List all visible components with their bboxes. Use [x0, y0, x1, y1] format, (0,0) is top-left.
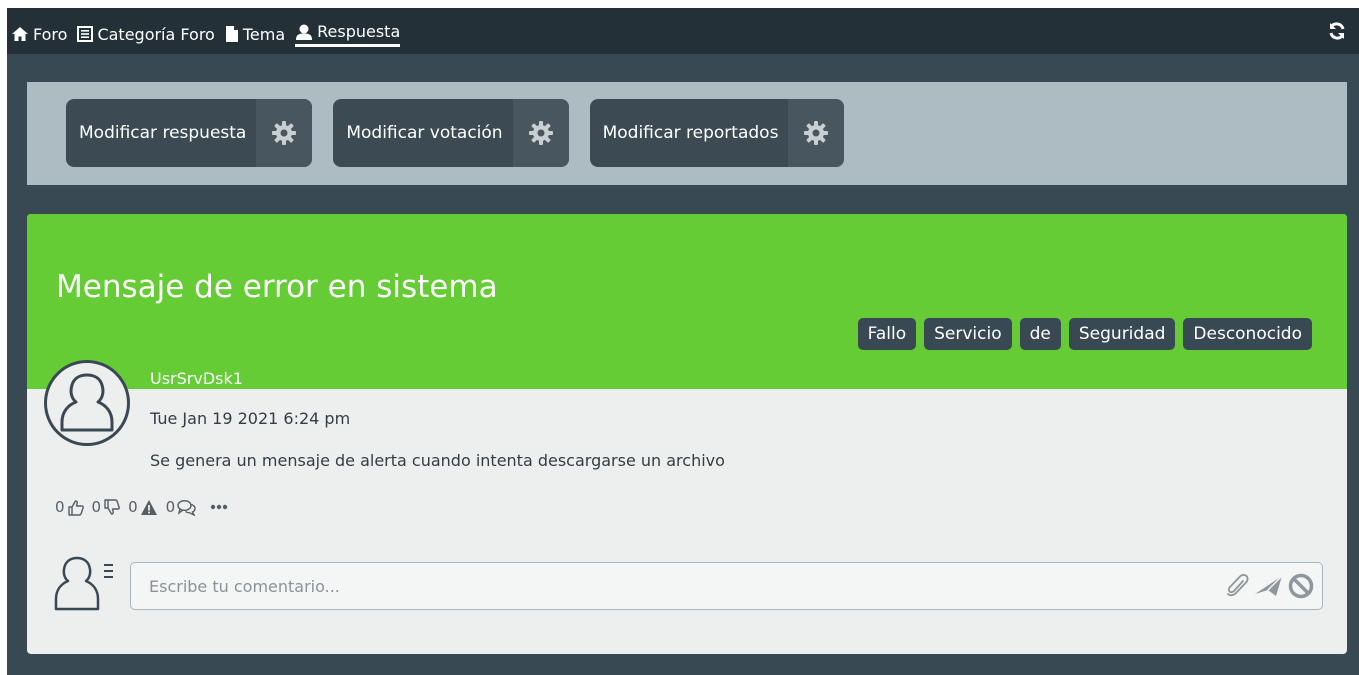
breadcrumb: Foro Categoría Foro Tema Respuesta [11, 21, 401, 47]
thumbs-up-icon [67, 499, 84, 516]
comments-icon [177, 499, 196, 516]
tag[interactable]: Servicio [924, 318, 1012, 350]
nav-item-respuesta[interactable]: Respuesta [295, 21, 401, 47]
action-label: Modificar respuesta [79, 123, 247, 143]
home-icon [12, 27, 28, 41]
paperclip-icon [1227, 574, 1249, 597]
nav-item-label: Respuesta [317, 22, 401, 41]
send-button[interactable] [1254, 574, 1284, 598]
report-button[interactable]: 0 [128, 498, 158, 516]
top-nav: Foro Categoría Foro Tema Respuesta [7, 8, 1359, 54]
tag[interactable]: Desconocido [1183, 318, 1312, 350]
nav-item-label: Categoría Foro [97, 24, 215, 44]
report-count: 0 [128, 498, 138, 516]
nav-item-categoria[interactable]: Categoría Foro [77, 23, 215, 45]
gear-icon [512, 99, 569, 167]
document-icon [225, 26, 238, 42]
dislike-button[interactable]: 0 [92, 498, 121, 516]
cancel-icon [1288, 573, 1314, 599]
tag[interactable]: Seguridad [1068, 318, 1176, 350]
post-card: Mensaje de error en sistema Fallo Servic… [27, 214, 1347, 654]
action-bar: Modificar respuesta Modificar votación M… [27, 82, 1347, 185]
tag[interactable]: de [1019, 318, 1061, 350]
comment-count: 0 [165, 498, 176, 516]
app-frame: Foro Categoría Foro Tema Respuesta Modif… [7, 8, 1359, 675]
user-icon [296, 24, 313, 40]
comment-box [130, 562, 1323, 610]
thumbs-down-icon [104, 498, 120, 515]
like-button[interactable]: 0 [55, 498, 84, 516]
gear-icon [256, 99, 313, 167]
list-icon [77, 26, 94, 42]
attach-button[interactable] [1226, 573, 1250, 599]
action-label: Modificar votación [346, 123, 503, 143]
comment-tools [1226, 573, 1314, 599]
like-count: 0 [55, 498, 65, 516]
modify-response-button[interactable]: Modificar respuesta [66, 99, 313, 167]
post-title: Mensaje de error en sistema [56, 269, 498, 305]
nav-item-label: Foro [33, 24, 68, 44]
warning-icon [140, 499, 157, 515]
gear-icon [788, 99, 845, 167]
post-body: Se genera un mensaje de alerta cuando in… [150, 451, 725, 470]
comments-button[interactable]: 0 [166, 498, 197, 516]
action-label: Modificar reportados [602, 123, 779, 143]
post-date: Tue Jan 19 2021 6:24 pm [150, 409, 351, 428]
tag[interactable]: Fallo [857, 318, 917, 350]
cancel-button[interactable] [1288, 573, 1314, 599]
nav-item-foro[interactable]: Foro [11, 23, 67, 45]
dislike-count: 0 [91, 498, 102, 516]
ellipsis-icon [210, 504, 228, 510]
tag-list: Fallo Servicio de Seguridad Desconocido [857, 318, 1312, 350]
post-header: Mensaje de error en sistema Fallo Servic… [27, 214, 1347, 389]
modify-reported-button[interactable]: Modificar reportados [589, 99, 845, 167]
nav-item-label: Tema [242, 24, 286, 44]
refresh-icon [1329, 22, 1345, 40]
post-stats: 0 0 0 0 [55, 498, 228, 516]
avatar [44, 360, 130, 446]
author-name[interactable]: UsrSrvDsk1 [150, 369, 243, 388]
modify-vote-button[interactable]: Modificar votación [333, 99, 569, 167]
user-outline-icon [60, 373, 114, 432]
nav-item-tema[interactable]: Tema [225, 23, 285, 45]
refresh-button[interactable] [1327, 21, 1347, 45]
user-comment-icon [54, 556, 113, 611]
more-options-button[interactable] [210, 504, 228, 510]
comment-input[interactable] [131, 563, 1211, 609]
send-icon [1255, 575, 1283, 596]
